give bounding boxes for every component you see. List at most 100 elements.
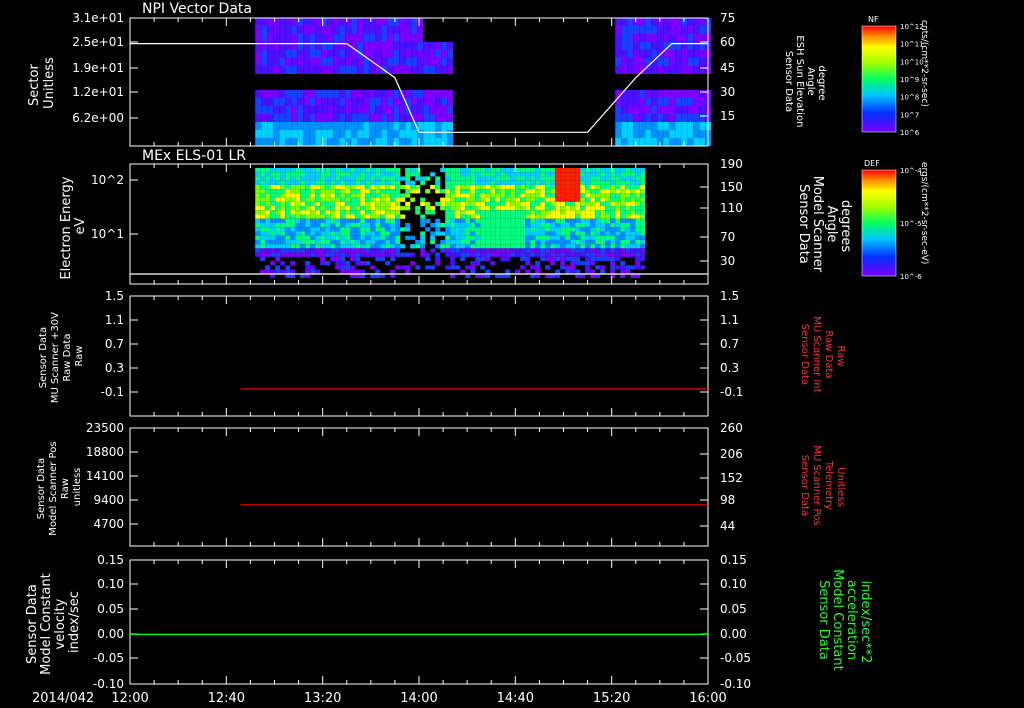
heatmap-cell (510, 184, 516, 190)
heatmap-cell (445, 218, 451, 223)
colorbar-def-label: DEF (864, 159, 880, 168)
heatmap-cell (550, 189, 556, 194)
heatmap-cell (627, 66, 634, 74)
heatmap-cell (535, 197, 541, 202)
heatmap-cell (370, 176, 376, 181)
heatmap-cell (411, 18, 418, 26)
heatmap-cell (490, 227, 496, 232)
heatmap-cell (270, 180, 276, 185)
heatmap-cell (555, 252, 561, 257)
heatmap-cell (500, 239, 506, 245)
heatmap-cell (291, 58, 298, 66)
heatmap-cell (333, 58, 340, 66)
heatmap-cell (330, 256, 336, 262)
heatmap-cell (423, 98, 430, 106)
heatmap-cell (620, 201, 626, 207)
heatmap-cell (525, 176, 531, 181)
heatmap-cell (627, 122, 634, 130)
heatmap-cell (261, 98, 268, 106)
heatmap-cell (565, 269, 571, 274)
y2-tick-label: 98 (720, 493, 735, 507)
heatmap-cell (595, 172, 601, 177)
heatmap-cell (375, 218, 381, 223)
heatmap-cell (255, 189, 261, 194)
heatmap-cell (350, 184, 356, 190)
heatmap-cell (630, 180, 636, 185)
heatmap-cell (303, 66, 310, 74)
heatmap-cell (260, 223, 266, 228)
heatmap-cell (560, 223, 566, 228)
heatmap-cell (590, 180, 596, 185)
heatmap-cell (615, 18, 622, 26)
heatmap-cell (465, 189, 471, 194)
heatmap-cell (395, 184, 401, 190)
heatmap-cell (380, 227, 386, 232)
heatmap-cell (455, 193, 461, 198)
heatmap-cell (285, 223, 291, 228)
heatmap-cell (621, 138, 628, 146)
heatmap-cell (605, 189, 611, 194)
heatmap-cell (355, 252, 361, 257)
heatmap-cell (570, 256, 576, 262)
heatmap-cell (590, 189, 596, 194)
heatmap-cell (320, 261, 326, 266)
heatmap-cell (485, 172, 491, 177)
panel-frame-mu30v (129, 295, 709, 417)
heatmap-cell (475, 214, 481, 219)
heatmap-cell (485, 197, 491, 202)
heatmap-cell (699, 58, 706, 66)
heatmap-cell (535, 210, 541, 215)
heatmap-cell (393, 26, 400, 34)
heatmap-cell (540, 210, 546, 215)
y-tick-label: 0.00 (97, 627, 124, 641)
heatmap-cell (363, 114, 370, 122)
heatmap-cell (380, 180, 386, 185)
heatmap-cell (305, 244, 311, 249)
heatmap-cell (651, 26, 658, 34)
heatmap-cell (260, 235, 266, 240)
heatmap-cell (295, 231, 301, 236)
heatmap-cell (450, 256, 456, 262)
heatmap-cell (681, 90, 688, 98)
heatmap-cell (375, 90, 382, 98)
heatmap-cell (320, 218, 326, 223)
heatmap-cell (355, 193, 361, 198)
heatmap-cell (320, 172, 326, 177)
heatmap-cell (255, 18, 262, 26)
heatmap-cell (640, 210, 646, 215)
heatmap-cell (635, 218, 641, 223)
heatmap-cell (339, 114, 346, 122)
heatmap-cell (470, 235, 476, 240)
heatmap-cell (520, 201, 526, 207)
heatmap-cell (525, 180, 531, 185)
heatmap-cell (630, 244, 636, 249)
heatmap-cell (490, 252, 496, 257)
heatmap-cell (400, 197, 406, 202)
heatmap-cell (365, 168, 371, 173)
colorbar-tick-label: 10^8 (900, 94, 919, 102)
heatmap-cell (355, 223, 361, 228)
heatmap-cell (585, 172, 591, 177)
heatmap-cell (265, 197, 271, 202)
heatmap-cell (255, 235, 261, 240)
heatmap-cell (330, 235, 336, 240)
heatmap-cell (520, 218, 526, 223)
heatmap-cell (357, 34, 364, 42)
y-tick-label: 0.7 (105, 337, 124, 351)
heatmap-cell (455, 168, 461, 173)
heatmap-cell (315, 34, 322, 42)
heatmap-cell (605, 248, 611, 253)
heatmap-cell (270, 231, 276, 236)
heatmap-cell (450, 223, 456, 228)
heatmap-cell (410, 189, 416, 194)
heatmap-cell (430, 239, 436, 245)
heatmap-cell (651, 114, 658, 122)
heatmap-cell (633, 66, 640, 74)
heatmap-cell (261, 58, 268, 66)
heatmap-cell (335, 206, 341, 211)
heatmap-cell (333, 98, 340, 106)
heatmap-cell (365, 214, 371, 219)
heatmap-cell (381, 114, 388, 122)
heatmap-cell (261, 90, 268, 98)
heatmap-cell (540, 252, 546, 257)
